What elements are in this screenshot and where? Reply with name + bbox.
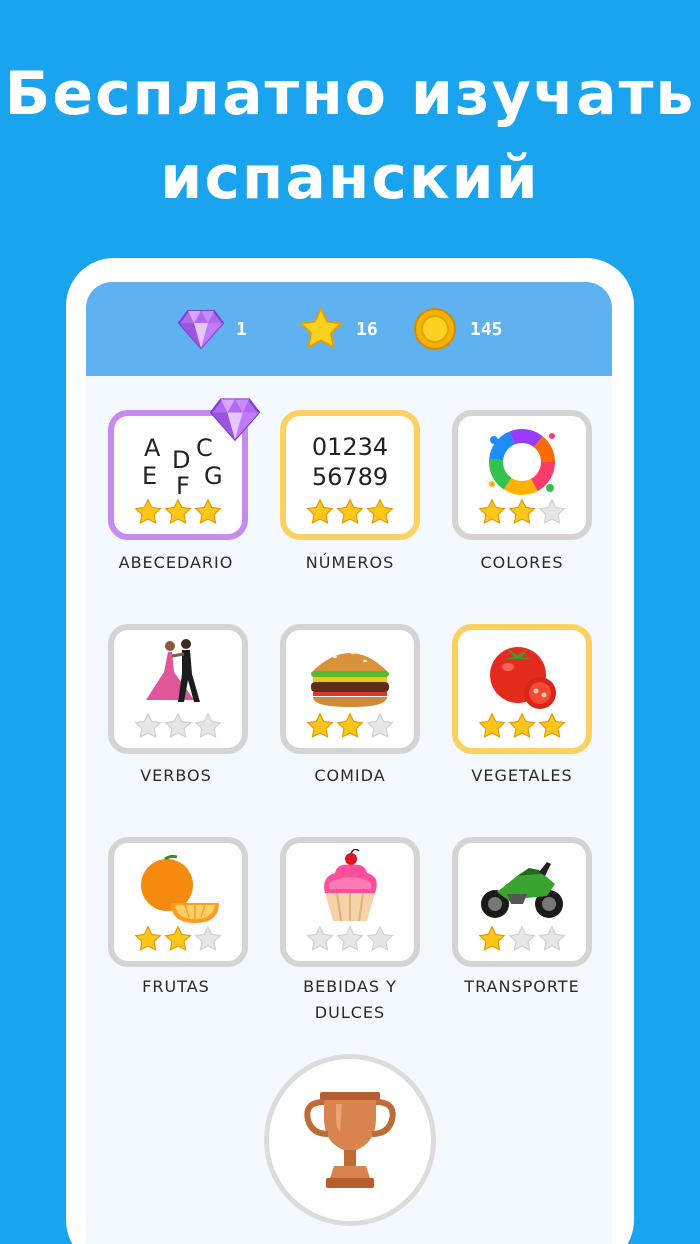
star-filled-icon: [306, 498, 334, 525]
star-filled-icon: [194, 498, 222, 525]
promo-title-line1: Бесплатно изучать: [4, 59, 696, 129]
star-filled-icon: [508, 498, 536, 525]
gems-count: 1: [236, 318, 247, 340]
category-tile-bebidas-y-dulces[interactable]: [280, 837, 420, 967]
tomato-icon: [458, 634, 586, 718]
category-tile-numeros[interactable]: 01234 56789: [280, 410, 420, 540]
star-filled-icon: [538, 712, 566, 739]
star-filled-icon: [478, 712, 506, 739]
category-tile-frutas[interactable]: [108, 837, 248, 967]
dancers-icon: [114, 634, 242, 718]
label-line2: DULCES: [314, 1003, 386, 1022]
tile-stars: [286, 925, 414, 955]
category-label-numeros: NÚMEROS: [305, 553, 395, 572]
letter-a: A: [144, 434, 161, 462]
category-tile-comida[interactable]: [280, 624, 420, 754]
label-line1: BEBIDAS Y: [303, 977, 397, 996]
star-filled-icon: [366, 498, 394, 525]
category-tile-colores[interactable]: [452, 410, 592, 540]
category-label-frutas: FRUTAS: [142, 977, 210, 996]
category-label-abecedario: ABECEDARIO: [118, 553, 234, 572]
category-label-vegetales: VEGETALES: [471, 766, 573, 785]
letter-g: G: [204, 462, 223, 490]
star-empty-icon: [194, 712, 222, 739]
gem-badge-icon: [210, 398, 260, 442]
color-splash-icon: [458, 420, 586, 504]
tile-stars: [114, 712, 242, 742]
tile-stars: [114, 925, 242, 955]
tile-stars: [458, 498, 586, 528]
star-filled-icon: [478, 925, 506, 952]
category-tile-vegetales[interactable]: [452, 624, 592, 754]
star-empty-icon: [508, 925, 536, 952]
star-filled-icon: [336, 498, 364, 525]
tile-stars: [286, 498, 414, 528]
letter-e: E: [142, 462, 158, 490]
tile-stars: [114, 498, 242, 528]
star-empty-icon: [336, 925, 364, 952]
motorcycle-icon: [458, 847, 586, 931]
category-label-transporte: TRANSPORTE: [464, 977, 580, 996]
star-filled-icon: [336, 712, 364, 739]
orange-icon: [114, 847, 242, 931]
letter-f: F: [176, 472, 190, 500]
star-empty-icon: [366, 712, 394, 739]
category-tile-transporte[interactable]: [452, 837, 592, 967]
burger-icon: [286, 634, 414, 718]
star-empty-icon: [538, 498, 566, 525]
star-empty-icon: [366, 925, 394, 952]
numbers-line1: 01234: [311, 433, 389, 461]
trophy-button[interactable]: [264, 1054, 436, 1226]
cupcake-icon: [286, 847, 414, 931]
stats-bar: 1 16 145: [86, 282, 612, 376]
coins-counter: 145: [412, 306, 503, 352]
star-filled-icon: [134, 925, 162, 952]
stars-counter: 16: [298, 306, 378, 352]
gems-counter: 1: [178, 306, 247, 352]
star-filled-icon: [478, 498, 506, 525]
promo-title-line2: испанский: [160, 143, 540, 213]
coin-icon: [412, 306, 458, 352]
promo-title: Бесплатно изучать испанский: [0, 52, 700, 220]
stars-count: 16: [356, 318, 378, 340]
category-tile-verbos[interactable]: [108, 624, 248, 754]
star-filled-icon: [508, 712, 536, 739]
star-filled-icon: [164, 925, 192, 952]
gem-icon: [178, 306, 224, 352]
numbers-icon: 01234 56789: [286, 420, 414, 504]
star-empty-icon: [164, 712, 192, 739]
category-label-bebidas-y-dulces: BEBIDAS Y DULCES: [265, 974, 435, 1026]
category-label-comida: COMIDA: [314, 766, 386, 785]
category-label-verbos: VERBOS: [140, 766, 212, 785]
star-empty-icon: [538, 925, 566, 952]
star-filled-icon: [164, 498, 192, 525]
numbers-line2: 56789: [311, 463, 389, 491]
tile-stars: [458, 712, 586, 742]
star-filled-icon: [134, 498, 162, 525]
star-empty-icon: [194, 925, 222, 952]
coins-count: 145: [470, 318, 503, 340]
tile-stars: [458, 925, 586, 955]
letter-d: D: [172, 446, 191, 474]
category-label-colores: COLORES: [480, 553, 564, 572]
trophy-icon: [304, 1092, 396, 1188]
star-empty-icon: [134, 712, 162, 739]
star-empty-icon: [306, 925, 334, 952]
star-filled-icon: [306, 712, 334, 739]
tile-stars: [286, 712, 414, 742]
star-icon: [298, 306, 344, 352]
